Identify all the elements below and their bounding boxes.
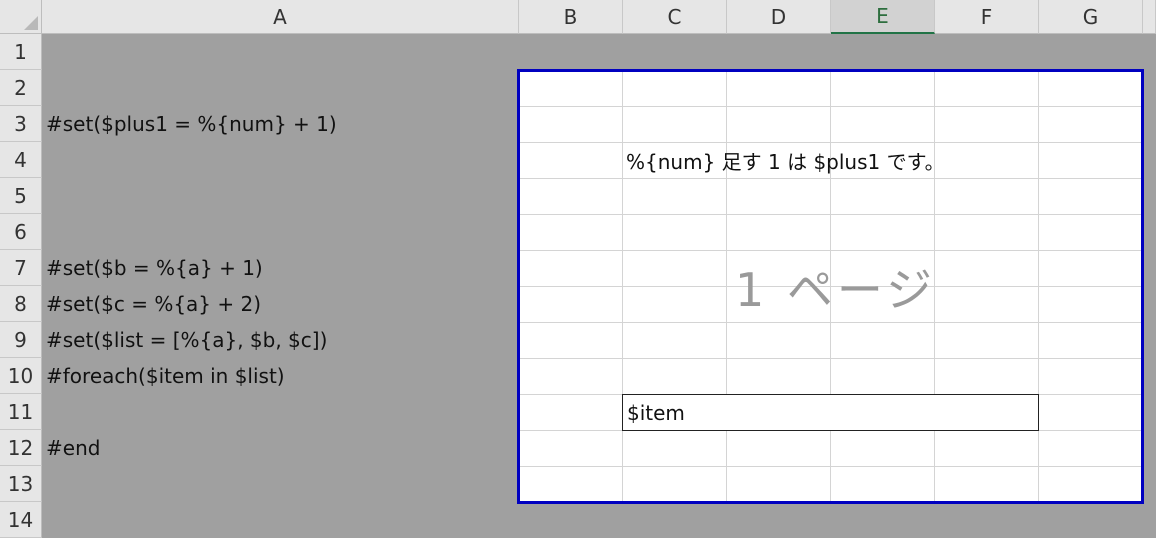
row-header-13[interactable]: 13 bbox=[0, 466, 42, 502]
row-header-8[interactable]: 8 bbox=[0, 286, 42, 322]
print-area: %{num} 足す 1 は $plus1 です。 1 ページ $item bbox=[517, 69, 1144, 504]
gridline-h bbox=[520, 178, 1141, 179]
cell-a12[interactable]: #end bbox=[46, 430, 100, 466]
column-header-a[interactable]: A bbox=[42, 0, 519, 34]
row-header-10[interactable]: 10 bbox=[0, 358, 42, 394]
row-header-9[interactable]: 9 bbox=[0, 322, 42, 358]
gridline-h bbox=[520, 322, 1141, 323]
row-header-7[interactable]: 7 bbox=[0, 250, 42, 286]
column-header-c[interactable]: C bbox=[623, 0, 727, 34]
cell-a8[interactable]: #set($c = %{a} + 2) bbox=[46, 286, 261, 322]
gridline-h bbox=[520, 250, 1141, 251]
cell-a10[interactable]: #foreach($item in $list) bbox=[46, 358, 285, 394]
column-header-f[interactable]: F bbox=[935, 0, 1039, 34]
row-header-2[interactable]: 2 bbox=[0, 70, 42, 106]
row-header-4[interactable]: 4 bbox=[0, 142, 42, 178]
cell-c11-item[interactable]: $item bbox=[622, 394, 1039, 431]
page-number-watermark: 1 ページ bbox=[735, 263, 936, 317]
cell-a9[interactable]: #set($list = [%{a}, $b, $c]) bbox=[46, 322, 327, 358]
row-header-12[interactable]: 12 bbox=[0, 430, 42, 466]
column-header-e[interactable]: E bbox=[831, 0, 935, 34]
select-all-corner[interactable] bbox=[0, 0, 42, 34]
gridline-h bbox=[520, 106, 1141, 107]
gridline-h bbox=[520, 214, 1141, 215]
row-header-11[interactable]: 11 bbox=[0, 394, 42, 430]
column-header-b[interactable]: B bbox=[519, 0, 623, 34]
column-header-g[interactable]: G bbox=[1039, 0, 1143, 34]
cell-a3[interactable]: #set($plus1 = %{num} + 1) bbox=[46, 106, 337, 142]
cell-a7[interactable]: #set($b = %{a} + 1) bbox=[46, 250, 263, 286]
cell-c4[interactable]: %{num} 足す 1 は $plus1 です。 bbox=[626, 142, 945, 178]
row-header-1[interactable]: 1 bbox=[0, 34, 42, 70]
row-header-3[interactable]: 3 bbox=[0, 106, 42, 142]
select-all-triangle-icon bbox=[24, 16, 38, 30]
gridline-h bbox=[520, 358, 1141, 359]
column-header-d[interactable]: D bbox=[727, 0, 831, 34]
row-header-6[interactable]: 6 bbox=[0, 214, 42, 250]
row-header-5[interactable]: 5 bbox=[0, 178, 42, 214]
column-header-h-partial[interactable] bbox=[1143, 0, 1156, 34]
row-header-14[interactable]: 14 bbox=[0, 502, 42, 538]
gridline-h bbox=[520, 466, 1141, 467]
